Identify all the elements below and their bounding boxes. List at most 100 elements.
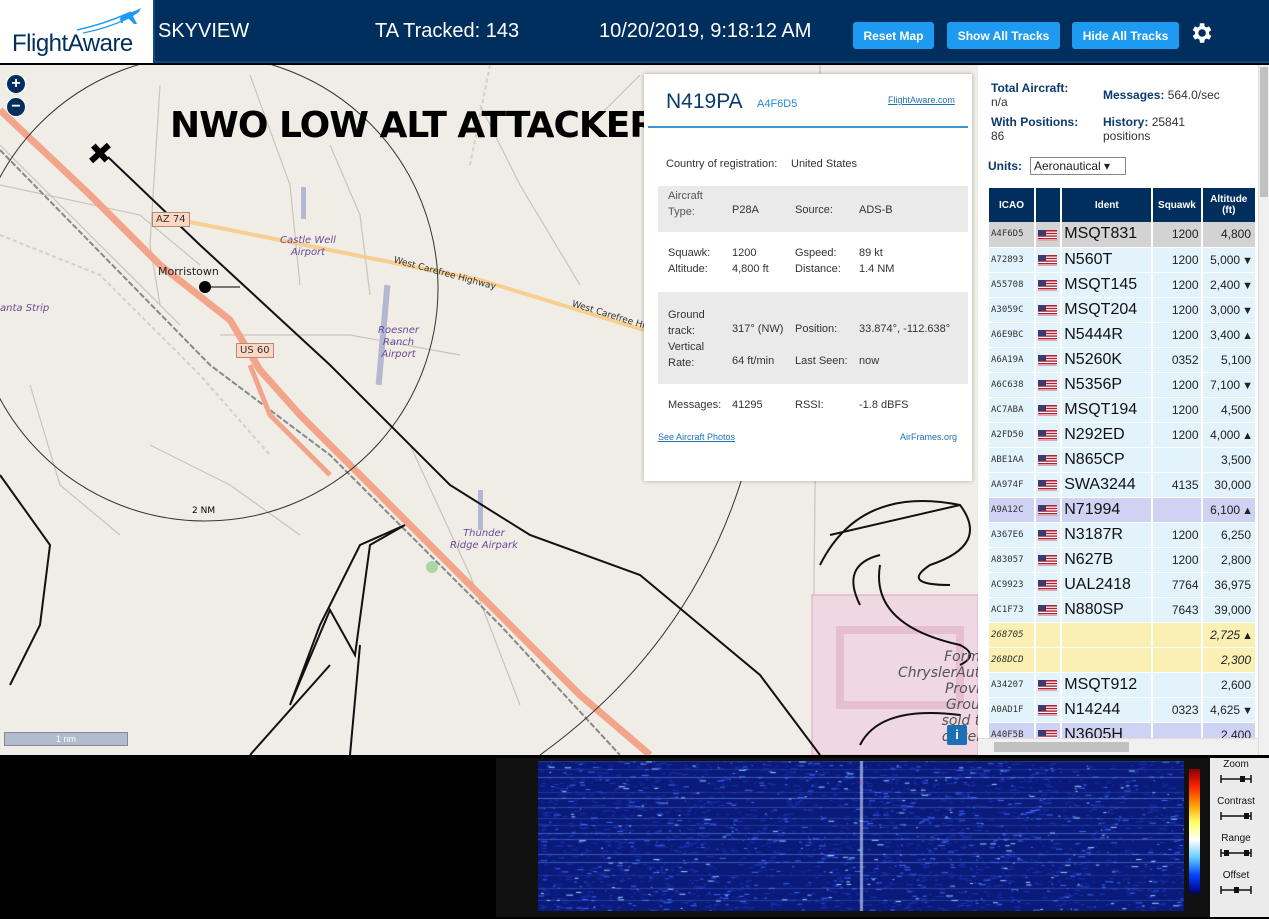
spectrum-controls: Zoom Contrast Range Offset (1210, 758, 1269, 917)
table-row[interactable]: ABE1AA N865CP 3,500 (989, 447, 1258, 473)
range-slider-icon[interactable] (1220, 848, 1252, 858)
waterfall-display[interactable] (538, 761, 1184, 911)
altitude-value: 4,800 ft (732, 263, 769, 275)
range-control-label: Range (1221, 833, 1251, 844)
row-squawk: 1200 (1152, 222, 1203, 248)
table-row[interactable]: A6E9BC N5444R 1200 3,400 ▲ (989, 322, 1258, 348)
row-altitude-value: 3,500 (1220, 452, 1251, 467)
map-label-santa-strip: anta Strip (0, 303, 50, 314)
horizontal-scrollbar[interactable] (978, 738, 1258, 755)
vscroll-thumb[interactable] (1260, 67, 1268, 197)
table-row[interactable]: AC7ABA MSQT194 1200 4,500 (989, 397, 1258, 423)
aircraft-info-popup: N419PA A4F6D5 FlightAware.com Country of… (644, 74, 972, 481)
row-ident: MSQT912 (1061, 672, 1154, 698)
row-squawk (1152, 672, 1203, 698)
row-altitude-value: 2,300 (1220, 652, 1251, 667)
row-squawk: 7764 (1152, 572, 1203, 598)
offset-slider-icon[interactable] (1220, 885, 1252, 895)
zoom-in-button[interactable]: + (6, 74, 26, 94)
row-squawk: 1200 (1152, 247, 1203, 273)
us-flag-icon (1038, 579, 1058, 591)
row-altitude-value: 5,000 (1210, 252, 1241, 267)
zoom-slider-icon[interactable] (1220, 774, 1252, 784)
flightaware-logo[interactable]: FlightAware (0, 0, 155, 63)
reset-map-button[interactable]: Reset Map (853, 22, 934, 49)
squawk-label: Squawk: (668, 247, 711, 259)
row-icao: AC9923 (989, 572, 1037, 598)
table-row[interactable]: A34207 MSQT912 2,600 (989, 672, 1258, 698)
col-squawk[interactable]: Squawk (1152, 188, 1203, 222)
row-icao: AC1F73 (989, 597, 1037, 623)
table-row[interactable]: A6C638 N5356P 1200 7,100 ▼ (989, 372, 1258, 398)
country-label: Country of registration: (666, 158, 778, 170)
us-flag-icon (1038, 254, 1058, 266)
row-altitude: 36,975 (1201, 572, 1258, 598)
col-flag[interactable] (1035, 188, 1063, 222)
info-button[interactable]: i (947, 725, 967, 745)
last-seen-label: Last Seen: (795, 355, 848, 367)
table-row[interactable]: A2FD50 N292ED 1200 4,000 ▲ (989, 422, 1258, 448)
table-row[interactable]: A6A19A N5260K 0352 5,100 (989, 347, 1258, 373)
flightaware-link[interactable]: FlightAware.com (888, 95, 955, 105)
contrast-slider-icon[interactable] (1220, 811, 1252, 821)
hscroll-thumb[interactable] (994, 742, 1129, 752)
row-altitude-trend: ▲ (1242, 629, 1253, 642)
table-row[interactable]: AC1F73 N880SP 7643 39,000 (989, 597, 1258, 623)
row-altitude: 4,625 ▼ (1201, 697, 1258, 723)
us-flag-icon (1038, 604, 1058, 616)
row-ident: MSQT145 (1061, 272, 1154, 298)
us-flag-icon (1038, 304, 1058, 316)
col-altitude[interactable]: Altitude (ft) (1201, 188, 1258, 222)
row-altitude-trend: ▼ (1242, 279, 1253, 292)
row-squawk (1152, 447, 1203, 473)
distance-value: 1.4 NM (859, 263, 895, 275)
row-altitude: 7,100 ▼ (1201, 372, 1258, 398)
table-row[interactable]: 268DCD 2,300 (989, 647, 1258, 673)
row-icao: AC7ABA (989, 397, 1037, 423)
row-flag (1035, 222, 1063, 248)
row-icao: AA974F (989, 472, 1037, 498)
vertical-scrollbar[interactable] (1258, 65, 1269, 755)
row-flag (1035, 397, 1063, 423)
gear-icon[interactable] (1188, 20, 1214, 46)
row-icao: A2FD50 (989, 422, 1037, 448)
skyview-app: FlightAware SKYVIEW TA Tracked: 143 10/2… (0, 0, 1269, 919)
us-flag-icon (1038, 554, 1058, 566)
col-icao[interactable]: ICAO (989, 188, 1037, 222)
row-ident: UAL2418 (1061, 572, 1154, 598)
country-value: United States (791, 158, 858, 170)
airframes-link[interactable]: AirFrames.org (900, 432, 957, 442)
row-altitude: 2,300 (1201, 647, 1258, 673)
history-stat: History: 25841 positions (1103, 115, 1185, 143)
row-altitude: 39,000 (1201, 597, 1258, 623)
table-row[interactable]: A0AD1F N14244 0323 4,625 ▼ (989, 697, 1258, 723)
table-row[interactable]: A9A12C N71994 6,100 ▲ (989, 497, 1258, 523)
units-select[interactable]: Aeronautical ▾ (1030, 157, 1126, 175)
row-squawk: 7643 (1152, 597, 1203, 623)
row-ident: N14244 (1061, 697, 1154, 723)
table-row[interactable]: A55708 MSQT145 1200 2,400 ▼ (989, 272, 1258, 298)
zoom-out-button[interactable]: − (6, 97, 26, 117)
show-all-tracks-button[interactable]: Show All Tracks (947, 22, 1060, 49)
table-row[interactable]: AA974F SWA3244 4135 30,000 (989, 472, 1258, 498)
table-row[interactable]: 268705 2,725 ▲ (989, 622, 1258, 648)
aircraft-photos-link[interactable]: See Aircraft Photos (658, 432, 735, 442)
table-row[interactable]: A83057 N627B 1200 2,800 (989, 547, 1258, 573)
table-row[interactable]: A72893 N560T 1200 5,000 ▼ (989, 247, 1258, 273)
row-icao: A55708 (989, 272, 1037, 298)
col-ident[interactable]: Ident (1061, 188, 1154, 222)
table-row[interactable]: A4F6D5 MSQT831 1200 4,800 (989, 222, 1258, 248)
row-altitude: 4,800 (1201, 222, 1258, 248)
table-row[interactable]: A367E6 N3187R 1200 6,250 (989, 522, 1258, 548)
row-altitude: 2,800 (1201, 547, 1258, 573)
row-ident: MSQT194 (1061, 397, 1154, 423)
messages-stat: Messages: 564.0/sec (1103, 88, 1220, 102)
row-flag (1035, 322, 1063, 348)
hide-all-tracks-button[interactable]: Hide All Tracks (1072, 22, 1179, 49)
table-row[interactable]: AC9923 UAL2418 7764 36,975 (989, 572, 1258, 598)
row-squawk: 1200 (1152, 522, 1203, 548)
row-icao: A4F6D5 (989, 222, 1037, 248)
table-row[interactable]: A3059C MSQT204 1200 3,000 ▼ (989, 297, 1258, 323)
row-altitude: 5,000 ▼ (1201, 247, 1258, 273)
row-flag (1035, 447, 1063, 473)
